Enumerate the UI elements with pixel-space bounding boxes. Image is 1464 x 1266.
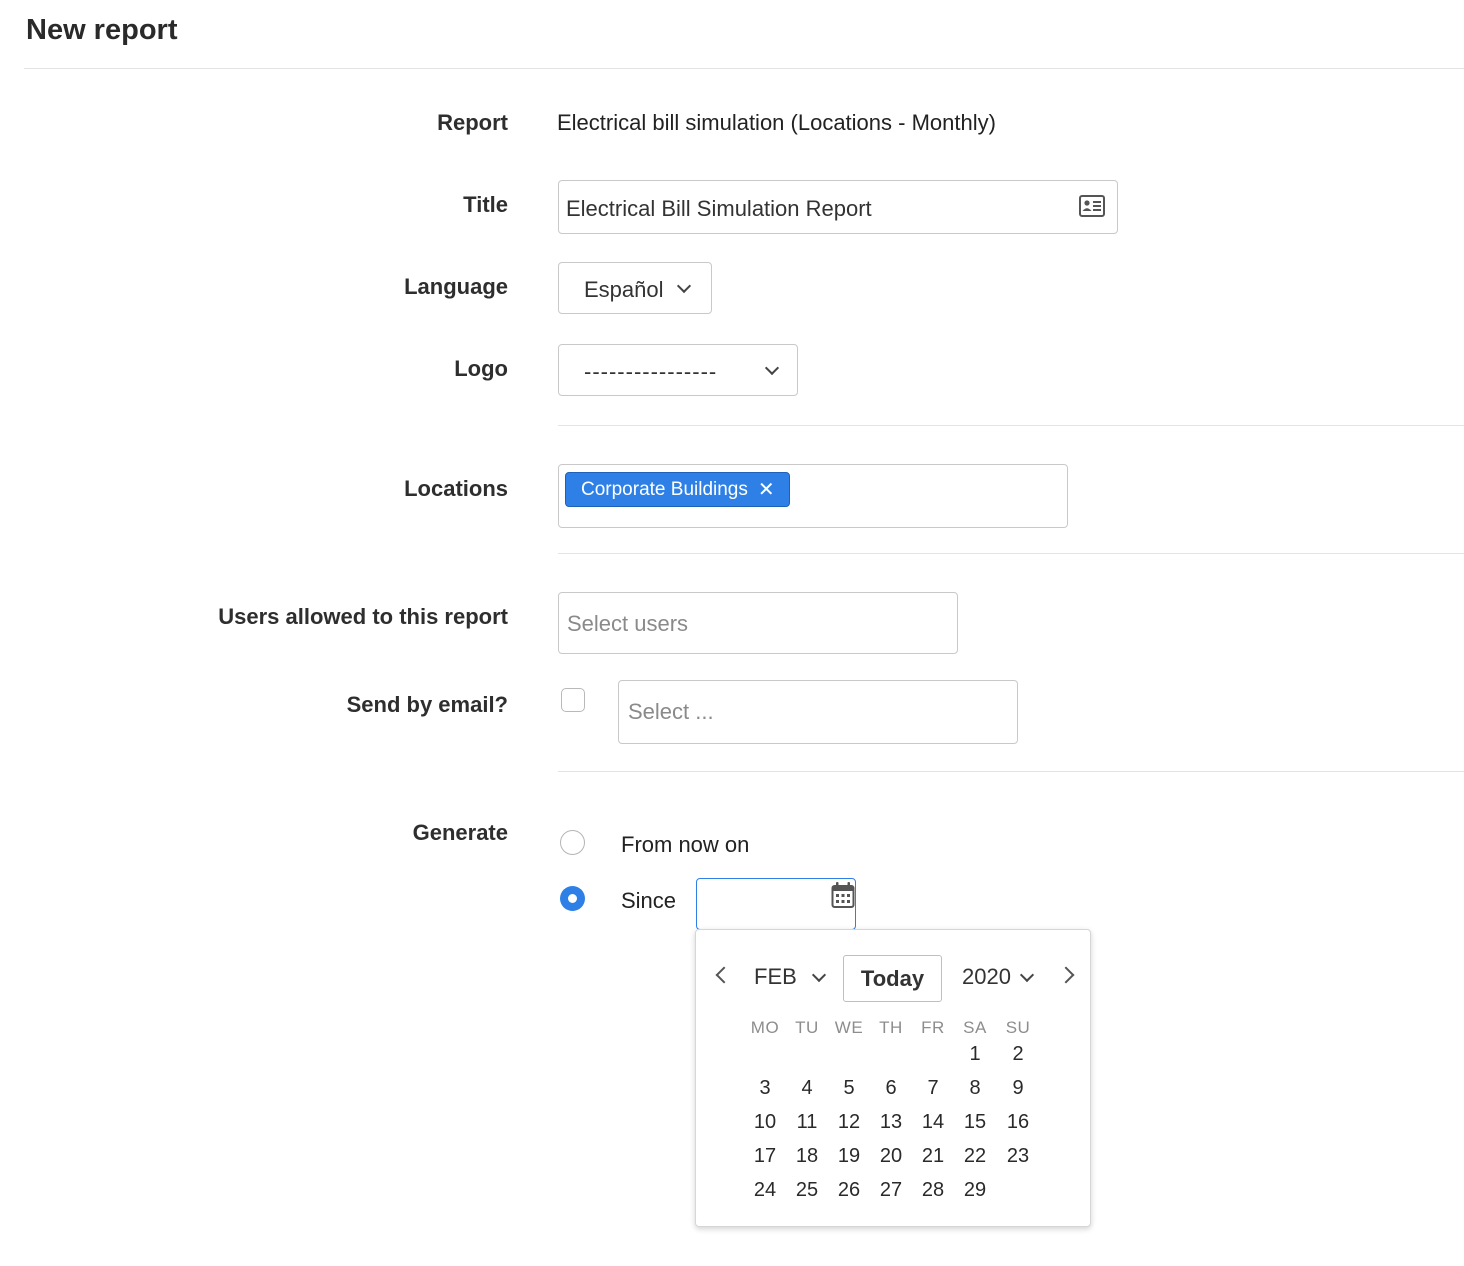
datepicker-popup: FEB Today 2020 MO TU WE TH FR SA SU 1234567891… xyxy=(695,929,1091,1227)
users-placeholder: Select users xyxy=(567,611,689,636)
logo-select[interactable]: ---------------- xyxy=(558,344,798,396)
calendar-day[interactable]: 5 xyxy=(829,1077,869,1100)
from-now-on-radio[interactable] xyxy=(560,830,585,855)
calendar-day[interactable]: 6 xyxy=(871,1077,911,1100)
remove-tag-icon[interactable]: ✕ xyxy=(758,480,775,500)
chevron-left-icon[interactable] xyxy=(715,966,733,984)
language-selected-value: Español xyxy=(584,277,664,302)
today-button[interactable]: Today xyxy=(843,955,942,1002)
title-input-value: Electrical Bill Simulation Report xyxy=(566,196,872,221)
chevron-down-icon xyxy=(676,278,692,294)
calendar-day[interactable]: 24 xyxy=(745,1179,785,1202)
calendar-day[interactable]: 20 xyxy=(871,1145,911,1168)
report-value: Electrical bill simulation (Locations - … xyxy=(557,110,996,135)
location-tag: Corporate Buildings ✕ xyxy=(565,472,790,507)
page-title: New report xyxy=(26,14,178,46)
weekday-label: TH xyxy=(879,1018,903,1037)
users-label: Users allowed to this report xyxy=(218,604,508,629)
language-select[interactable]: Español xyxy=(558,262,712,314)
chevron-down-icon[interactable] xyxy=(1019,967,1035,983)
calendar-day[interactable]: 26 xyxy=(829,1179,869,1202)
chevron-down-icon[interactable] xyxy=(811,967,827,983)
calendar-icon[interactable] xyxy=(831,881,855,914)
send-email-checkbox[interactable] xyxy=(561,688,585,712)
locations-label: Locations xyxy=(404,476,508,501)
year-select[interactable]: 2020 xyxy=(962,964,1011,990)
calendar-day[interactable]: 22 xyxy=(955,1145,995,1168)
calendar-day[interactable]: 14 xyxy=(913,1111,953,1134)
calendar-day[interactable]: 3 xyxy=(745,1077,785,1100)
calendar-day[interactable]: 9 xyxy=(998,1077,1038,1100)
calendar-day[interactable]: 23 xyxy=(998,1145,1038,1168)
weekday-label: SU xyxy=(1005,1018,1031,1037)
calendar-day[interactable]: 10 xyxy=(745,1111,785,1134)
weekday-label: SA xyxy=(963,1018,987,1037)
email-placeholder: Select ... xyxy=(628,699,714,724)
calendar-day[interactable]: 21 xyxy=(913,1145,953,1168)
calendar-day[interactable]: 13 xyxy=(871,1111,911,1134)
report-label: Report xyxy=(437,110,508,135)
chevron-down-icon xyxy=(764,360,780,376)
calendar-day[interactable]: 11 xyxy=(787,1111,827,1134)
calendar-day[interactable]: 17 xyxy=(745,1145,785,1168)
month-select[interactable]: FEB xyxy=(754,964,797,990)
section-divider xyxy=(558,425,1464,426)
section-divider xyxy=(558,553,1464,554)
chevron-right-icon[interactable] xyxy=(1057,966,1075,984)
calendar-day[interactable]: 2 xyxy=(998,1043,1038,1066)
email-recipients-select[interactable]: Select ... xyxy=(618,680,1018,744)
weekday-label: MO xyxy=(750,1018,780,1037)
since-date-input[interactable] xyxy=(696,878,856,930)
calendar-day[interactable]: 8 xyxy=(955,1077,995,1100)
weekday-label: FR xyxy=(921,1018,945,1037)
logo-selected-value: ---------------- xyxy=(584,359,718,384)
contact-card-icon[interactable] xyxy=(1079,195,1105,222)
from-now-on-label[interactable]: From now on xyxy=(621,832,749,858)
weekday-label: TU xyxy=(795,1018,819,1037)
calendar-day[interactable]: 4 xyxy=(787,1077,827,1100)
title-input[interactable]: Electrical Bill Simulation Report xyxy=(558,180,1118,234)
calendar-day[interactable]: 27 xyxy=(871,1179,911,1202)
email-label: Send by email? xyxy=(346,692,508,717)
weekday-label: WE xyxy=(834,1018,864,1037)
calendar-day[interactable]: 28 xyxy=(913,1179,953,1202)
calendar-day[interactable]: 16 xyxy=(998,1111,1038,1134)
section-divider xyxy=(558,771,1464,772)
location-tag-label: Corporate Buildings xyxy=(581,478,748,500)
logo-label: Logo xyxy=(454,356,508,381)
users-select[interactable]: Select users xyxy=(558,592,958,654)
since-radio[interactable] xyxy=(560,886,585,911)
language-label: Language xyxy=(404,274,508,299)
calendar-day[interactable]: 7 xyxy=(913,1077,953,1100)
calendar-day[interactable]: 1 xyxy=(955,1043,995,1066)
since-label[interactable]: Since xyxy=(621,888,676,914)
generate-label: Generate xyxy=(412,820,508,845)
calendar-day[interactable]: 15 xyxy=(955,1111,995,1134)
header-divider xyxy=(24,68,1464,69)
calendar-day[interactable]: 19 xyxy=(829,1145,869,1168)
calendar-day[interactable]: 18 xyxy=(787,1145,827,1168)
calendar-day[interactable]: 29 xyxy=(955,1179,995,1202)
calendar-day[interactable]: 25 xyxy=(787,1179,827,1202)
calendar-day[interactable]: 12 xyxy=(829,1111,869,1134)
title-label: Title xyxy=(463,192,508,217)
